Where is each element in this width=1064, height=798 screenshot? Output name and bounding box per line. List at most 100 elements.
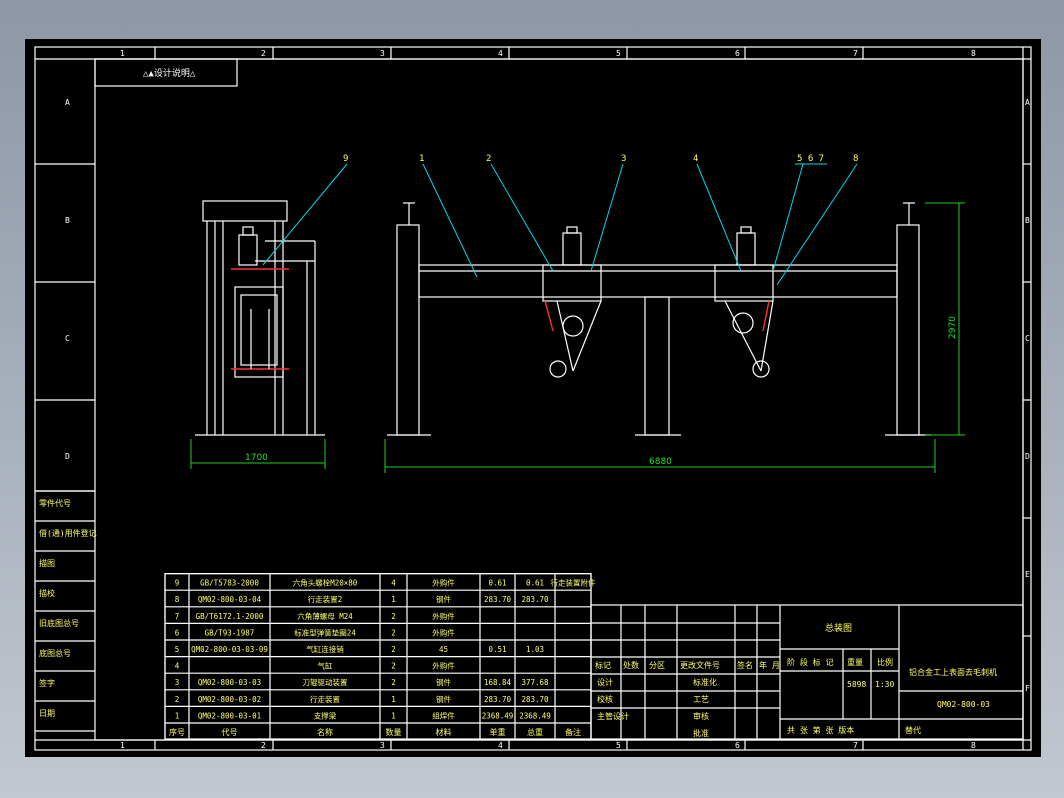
bom-cell: 钢件 [436,594,451,604]
bom-header: 名称 [317,727,333,737]
replace-label: 替代 [905,725,921,735]
zone-col-bottom: 4 [498,741,503,750]
zone-row-left: B [65,216,70,225]
bom-cell: 2 [391,678,396,687]
left-column-label: 零件代号 [39,498,71,508]
bom-cell: 行走装置附件 [551,578,596,588]
zone-col-bottom: 8 [971,741,976,750]
zone-col-bottom: 7 [853,741,858,750]
rev-header: 处数 [623,660,639,670]
role-label: 校核 [597,694,613,704]
bom-cell: 45 [439,645,448,654]
zone-col-bottom: 5 [616,741,621,750]
bom-cell: 7 [175,612,180,621]
rev-header: 更改文件号 [680,660,720,670]
callout-number: 1 [419,154,424,164]
bom-cell: 六角薄螺母 M24 [297,611,353,621]
bom-cell: 2368.49 [519,711,551,720]
title-block: 总装图铝合金工上表面去毛刺机 QM02-800-03 5898 1:30 阶 段 标 记… [590,604,1024,740]
bom-cell: 2 [391,662,396,671]
left-column-label: 底图总号 [39,648,71,658]
weight-label: 重量 [847,657,863,667]
zone-col-top: 6 [735,49,740,58]
zone-row-right: F [1025,684,1030,693]
left-column: 零件代号借(通)用件登记描图描校旧底图总号底图总号签字日期 [35,490,97,732]
role-label: 主管设计 [597,711,629,721]
zone-row-right: E [1025,570,1030,579]
bom-cell: 标准型弹簧垫圈24 [294,627,356,637]
bom-cell: 行走装置2 [308,594,343,604]
bom-cell: GB/T5783-2000 [200,579,259,588]
zone-col-bottom: 2 [261,741,266,750]
front-view [387,202,931,436]
role-label: 设计 [597,677,613,687]
bom-cell: 8 [175,595,180,604]
bom-header: 单重 [490,727,506,737]
bom-cell: 1.03 [526,645,544,654]
stage-label: 阶 段 标 记 [787,657,833,667]
rev-header: 签名 [737,660,753,670]
zone-row-right: C [1025,334,1030,343]
bom-cell: 1 [391,595,396,604]
callout-number: 2 [486,154,491,164]
bom-cell: 2 [391,628,396,637]
bom-header: 备注 [565,727,581,737]
bom-cell: 0.61 [488,579,506,588]
zone-col-top: 5 [616,49,621,58]
bom-header: 代号 [222,727,238,737]
left-column-label: 描图 [39,558,55,568]
zone-col-top: 2 [261,49,266,58]
bom-cell: 气缸连接销 [306,644,344,654]
bom-cell: 283.70 [521,695,549,704]
dim-height: 2970 [948,316,958,339]
bom-cell: 168.84 [484,678,512,687]
bom-cell: 支撑梁 [314,710,337,720]
left-column-label: 旧底图总号 [39,618,79,628]
bom-cell: 4 [391,579,396,588]
bom-cell: QM02-800-03-03-09 [191,645,268,654]
callout-number: 3 [621,154,626,164]
scale-label: 比例 [877,657,893,667]
drawing-name: 总装图 [825,622,852,634]
bom-cell: QM02-800-03-02 [198,695,261,704]
bom-cell: 5 [175,645,180,654]
bom-cell: 283.70 [484,695,512,704]
left-column-label: 借(通)用件登记 [39,528,97,538]
zone-row-left: D [65,452,70,461]
rev-header: 年 月 [759,660,780,670]
product-name: 铝合金工上表面去毛刺机 [909,667,997,677]
left-column-label: 描校 [39,588,55,598]
zone-row-left: C [65,334,70,343]
zone-col-top: 3 [380,49,385,58]
zone-col-bottom: 6 [735,741,740,750]
bom-cell: 377.68 [521,678,549,687]
bom-cell: 1 [391,711,396,720]
rev-header: 标记 [595,660,611,670]
bom-cell: 0.51 [488,645,506,654]
zone-col-top: 8 [971,49,976,58]
left-column-label: 签字 [39,678,55,688]
bom-cell: 9 [175,579,180,588]
sheet-label: 共 张 第 张 版本 [787,725,854,735]
drawing-code: QM02-800-03 [937,700,990,709]
scale-value: 1:30 [875,680,894,689]
bom-cell: GB/T93-1987 [205,628,255,637]
bom-header: 总重 [527,727,543,737]
bom-table: 9 GB/T5783-2000 六角头螺栓M20×80 4 外购件 0.61 0.61 行走装… [164,572,596,740]
zone-row-right: B [1025,216,1030,225]
bom-cell: 钢件 [436,694,451,704]
side-view [195,200,325,436]
bom-cell: 2368.49 [482,711,514,720]
bom-cell: 外购件 [432,627,455,637]
bom-cell: GB/T6172.1-2000 [196,612,264,621]
zone-col-top: 1 [120,49,125,58]
role-label-2: 批准 [693,728,709,738]
left-column-label: 日期 [39,709,55,718]
bom-cell: QM02-800-03-03 [198,678,261,687]
bom-cell: QM02-800-03-04 [198,595,262,604]
dim-total-width: 6880 [649,457,672,467]
bom-cell: 外购件 [432,661,455,671]
bom-cell: 2 [391,645,396,654]
bom-cell: 4 [175,662,180,671]
bom-header: 序号 [169,727,185,737]
